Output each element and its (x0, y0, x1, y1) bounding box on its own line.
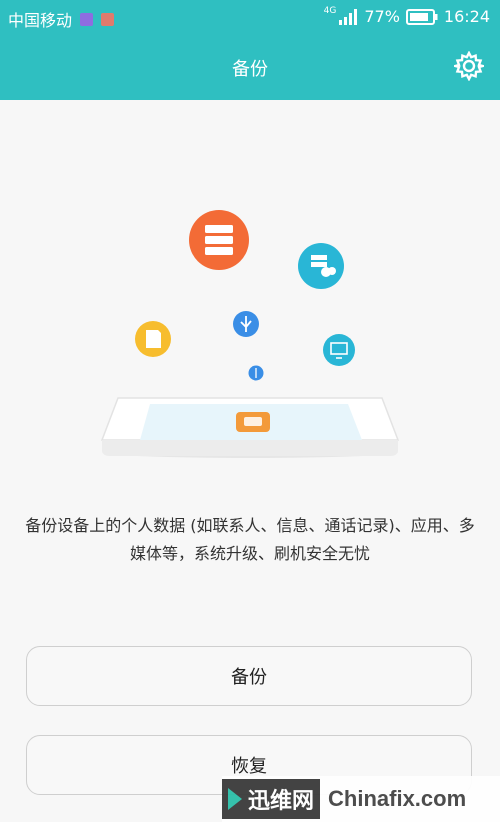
backup-description: 备份设备上的个人数据 (如联系人、信息、通话记录)、应用、多媒体等，系统升级、刷… (25, 516, 475, 563)
usb-icon (233, 311, 259, 337)
backup-illustration (100, 210, 400, 458)
phone-icon (100, 397, 400, 458)
watermark-logo: 迅维网 (222, 779, 321, 819)
page-title: 备份 (232, 59, 268, 80)
cloud-server-icon (298, 243, 344, 289)
gallery-notification-icon (80, 12, 94, 26)
small-usb-icon (248, 365, 264, 381)
arrow-icon (228, 788, 242, 810)
sd-card-icon (135, 321, 171, 357)
gear-icon[interactable] (454, 51, 484, 81)
watermark-left-text: 迅维网 (248, 789, 315, 814)
watermark-right-text: Chinafix.com (328, 786, 467, 811)
battery-icon (405, 8, 438, 25)
signal-icon (339, 8, 358, 25)
battery-percent: 77% (364, 7, 400, 26)
server-icon (189, 210, 249, 270)
carrier-label: 中国移动 (8, 11, 73, 30)
clock: 16:24 (443, 7, 490, 26)
status-bar: 中国移动 4G 77% 16:24 (0, 0, 500, 34)
app-bar: 备份 (0, 34, 500, 100)
network-type: 4G (323, 5, 337, 16)
watermark: 迅维网 Chinafix.com (222, 776, 500, 822)
computer-icon (323, 334, 355, 366)
app-notification-icon (101, 12, 115, 26)
backup-button[interactable]: 备份 (26, 646, 472, 706)
